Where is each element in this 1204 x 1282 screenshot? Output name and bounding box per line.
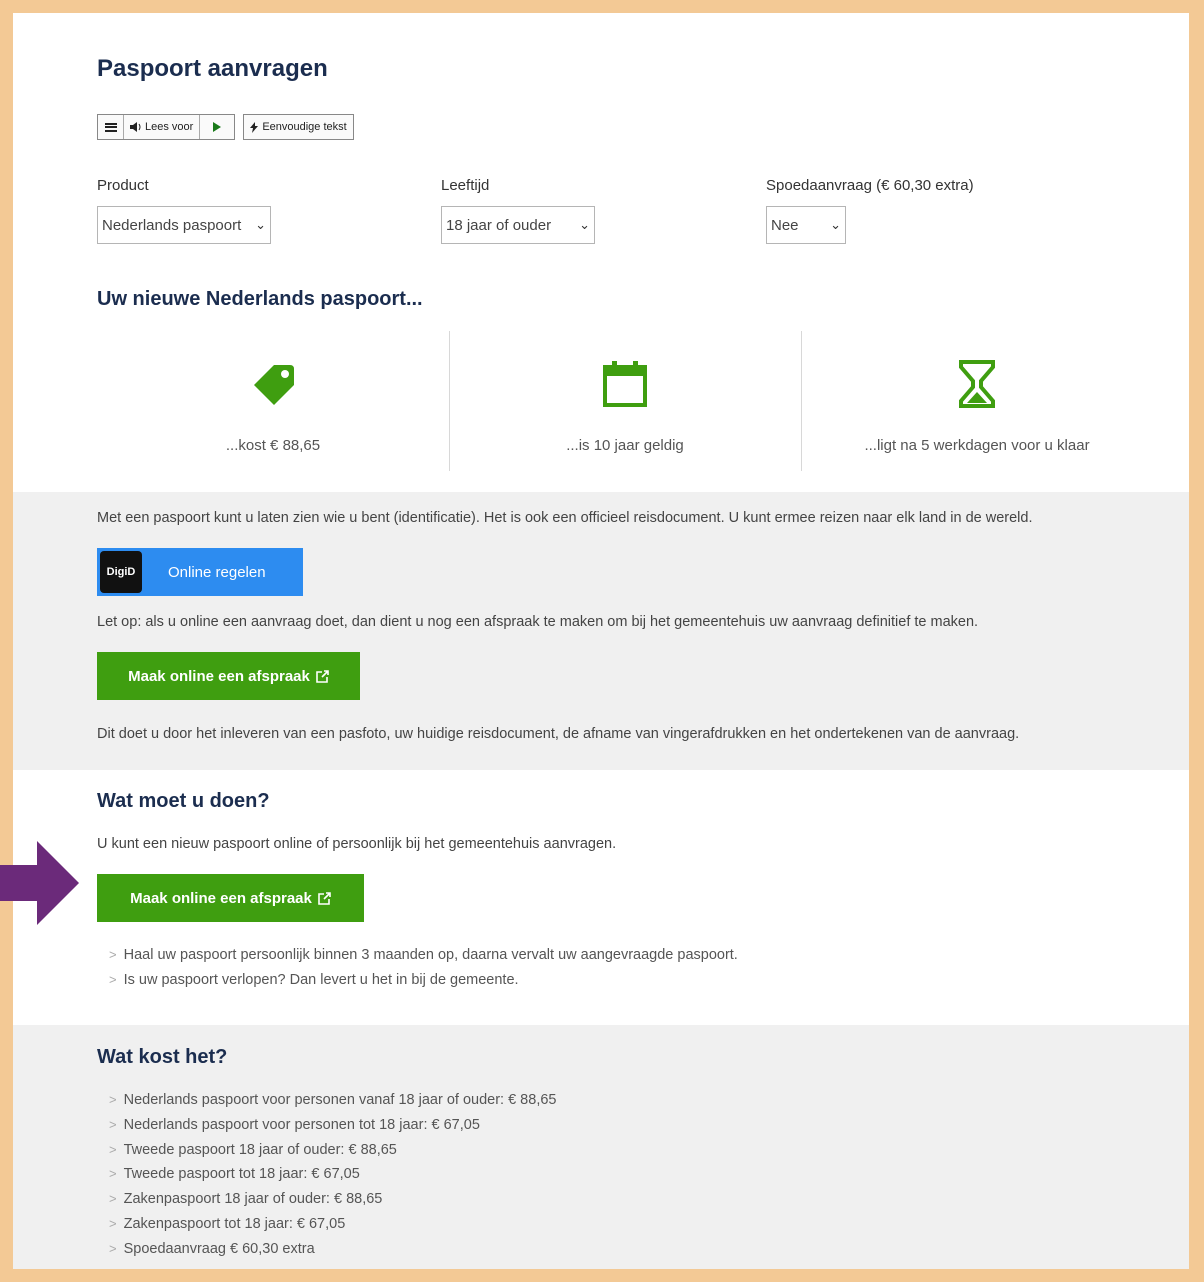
list-item: > Zakenpaspoort tot 18 jaar: € 67,05 — [109, 1212, 556, 1237]
chevron-right-icon: > — [109, 1215, 117, 1231]
menu-icon[interactable] — [98, 115, 124, 139]
feature-validity-text: ...is 10 jaar geldig — [566, 437, 684, 454]
list-item-text: Nederlands paspoort voor personen vanaf … — [123, 1092, 557, 1108]
todo-heading: Wat moet u doen? — [97, 790, 270, 812]
feature-price: ...kost € 88,65 — [97, 331, 449, 471]
simple-text-group: Eenvoudige tekst — [243, 114, 354, 140]
age-select-value: 18 jaar of ouder — [446, 216, 552, 234]
costs-list: > Nederlands paspoort voor personen vanaf… — [109, 1088, 556, 1262]
digid-logo: DigiD — [100, 551, 142, 593]
calendar-icon — [603, 361, 647, 407]
play-button[interactable] — [200, 115, 234, 139]
list-item: > Haal uw paspoort persoonlijk binnen 3 m… — [109, 943, 738, 968]
page-title: Paspoort aanvragen — [97, 55, 328, 82]
product-select-value: Nederlands paspoort — [102, 216, 242, 234]
digid-button-label: Online regelen — [168, 563, 266, 581]
chevron-down-icon: ⌄ — [830, 217, 841, 232]
feature-ready-text: ...ligt na 5 werkdagen voor u klaar — [864, 437, 1090, 454]
list-item: > Zakenpaspoort 18 jaar of ouder: € 88,65 — [109, 1187, 556, 1212]
annotation-arrow-icon — [0, 841, 79, 925]
appointment-button-2[interactable]: Maak online een afspraak — [97, 874, 364, 922]
price-tag-icon — [254, 365, 294, 405]
todo-text: U kunt een nieuw paspoort online of pers… — [97, 836, 617, 852]
readspeaker-toolbar: Lees voor Eenvoudige tekst — [97, 114, 354, 140]
chevron-right-icon: > — [109, 1166, 117, 1182]
list-item: > Is uw paspoort verlopen? Dan levert u h… — [109, 968, 738, 993]
read-aloud-button[interactable]: Lees voor — [124, 115, 201, 139]
rush-select-value: Nee — [771, 216, 799, 234]
list-item-text: Zakenpaspoort tot 18 jaar: € 67,05 — [123, 1215, 346, 1232]
lightning-icon — [250, 121, 259, 133]
list-item: > Tweede paspoort tot 18 jaar: € 67,05 — [109, 1162, 556, 1187]
costs-heading: Wat kost het? — [97, 1046, 228, 1068]
external-link-icon — [318, 891, 331, 905]
list-item-text: Zakenpaspoort 18 jaar of ouder: € 88,65 — [123, 1191, 383, 1208]
notice-text: Let op: als u online een aanvraag doet, … — [97, 614, 979, 630]
list-item: > Spoedaanvraag € 60,30 extra — [109, 1237, 556, 1262]
rush-select[interactable]: Nee ⌄ — [766, 206, 846, 244]
chevron-down-icon: ⌄ — [255, 217, 266, 232]
read-aloud-label: Lees voor — [145, 121, 194, 133]
simple-text-label: Eenvoudige tekst — [262, 121, 347, 133]
speaker-icon — [130, 122, 141, 132]
feature-ready: ...ligt na 5 werkdagen voor u klaar — [801, 331, 1153, 471]
chevron-right-icon: > — [109, 1092, 117, 1107]
feature-price-text: ...kost € 88,65 — [225, 437, 321, 454]
chevron-right-icon: > — [109, 1141, 117, 1157]
appointment-button-label: Maak online een afspraak — [130, 889, 312, 907]
chevron-down-icon: ⌄ — [579, 217, 590, 232]
list-item-text: Tweede paspoort tot 18 jaar: € 67,05 — [123, 1166, 360, 1183]
chevron-right-icon: > — [109, 971, 117, 987]
list-item: > Nederlands paspoort voor personen tot 1… — [109, 1113, 556, 1138]
list-item-text: Spoedaanvraag € 60,30 extra — [123, 1240, 315, 1257]
chevron-right-icon: > — [109, 947, 117, 962]
hourglass-icon — [959, 360, 995, 408]
page-frame: Paspoort aanvragen Lees voor Eenvoudige … — [13, 13, 1189, 1269]
product-label: Product — [97, 177, 149, 194]
digid-online-button[interactable]: DigiD Online regelen — [97, 548, 303, 596]
appointment-button-label: Maak online een afspraak — [128, 667, 310, 685]
list-item-text: Tweede paspoort 18 jaar of ouder: € 88,6… — [123, 1141, 397, 1158]
product-select[interactable]: Nederlands paspoort ⌄ — [97, 206, 271, 244]
chevron-right-icon: > — [109, 1240, 117, 1256]
feature-validity: ...is 10 jaar geldig — [449, 331, 801, 471]
rush-label: Spoedaanvraag (€ 60,30 extra) — [766, 177, 974, 194]
digid-logo-text: DigiD — [106, 566, 136, 578]
list-item: > Nederlands paspoort voor personen vanaf… — [109, 1088, 556, 1113]
play-icon — [213, 122, 222, 132]
chevron-right-icon: > — [109, 1191, 117, 1207]
summary-heading: Uw nieuwe Nederlands paspoort... — [97, 288, 423, 310]
intro-text: Met een paspoort kunt u laten zien wie u… — [97, 510, 1033, 526]
chevron-right-icon: > — [109, 1116, 117, 1132]
appointment-button[interactable]: Maak online een afspraak — [97, 652, 360, 700]
details-text: Dit doet u door het inleveren van een pa… — [97, 726, 1020, 742]
list-item-text: Haal uw paspoort persoonlijk binnen 3 ma… — [123, 947, 738, 963]
age-select[interactable]: 18 jaar of ouder ⌄ — [441, 206, 595, 244]
list-item-text: Nederlands paspoort voor personen tot 18… — [123, 1116, 480, 1133]
external-link-icon — [316, 669, 329, 683]
simple-text-button[interactable]: Eenvoudige tekst — [244, 115, 352, 139]
todo-list: > Haal uw paspoort persoonlijk binnen 3 m… — [109, 943, 738, 993]
list-item-text: Is uw paspoort verlopen? Dan levert u he… — [123, 971, 519, 988]
age-label: Leeftijd — [441, 177, 490, 194]
read-aloud-group: Lees voor — [97, 114, 236, 140]
list-item: > Tweede paspoort 18 jaar of ouder: € 88,… — [109, 1138, 556, 1163]
